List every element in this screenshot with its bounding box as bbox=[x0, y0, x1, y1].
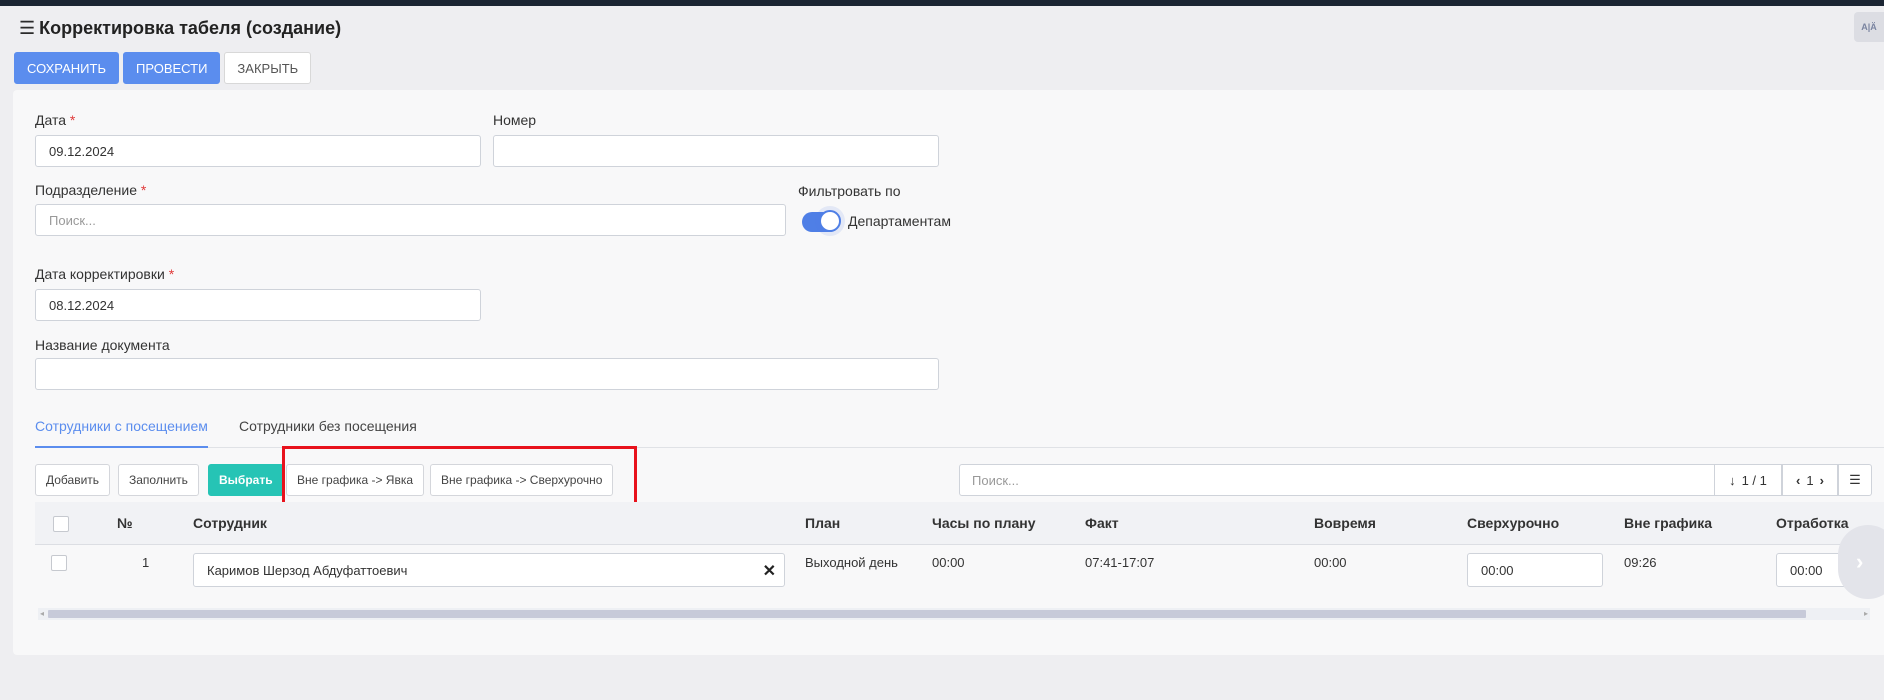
horizontal-scrollbar[interactable]: ◂ ▸ bbox=[38, 608, 1870, 620]
highlight-box bbox=[282, 446, 637, 510]
column-header-number: № bbox=[117, 515, 133, 531]
tab-with-attendance[interactable]: Сотрудники с посещением bbox=[35, 418, 208, 448]
off-schedule-value: 09:26 bbox=[1624, 555, 1657, 570]
fill-button[interactable]: Заполнить bbox=[118, 464, 199, 496]
sort-info: 1 / 1 bbox=[1741, 472, 1767, 488]
plan-hours-value: 00:00 bbox=[932, 555, 965, 570]
row-checkbox[interactable] bbox=[51, 555, 67, 571]
fact-value: 07:41-17:07 bbox=[1085, 555, 1155, 570]
page-header: ☰ Корректировка табеля (создание) bbox=[19, 16, 341, 40]
column-header-off-schedule: Вне графика bbox=[1624, 515, 1713, 531]
scroll-left-arrow-icon[interactable]: ◂ bbox=[40, 608, 44, 620]
correction-date-label: Дата корректировки * bbox=[35, 266, 175, 282]
column-header-worked: Отработка bbox=[1776, 515, 1849, 531]
date-label: Дата * bbox=[35, 112, 76, 128]
scroll-right-arrow-icon[interactable]: ▸ bbox=[1864, 608, 1868, 620]
column-header-fact: Факт bbox=[1085, 515, 1119, 531]
number-label: Номер bbox=[493, 112, 537, 128]
chevron-right-icon[interactable]: › bbox=[1820, 473, 1824, 488]
division-label: Подразделение * bbox=[35, 182, 147, 198]
table-search-input[interactable]: Поиск... bbox=[959, 464, 1715, 496]
save-button[interactable]: СОХРАНИТЬ bbox=[14, 52, 119, 84]
column-header-plan-hours: Часы по плану bbox=[932, 515, 1036, 531]
number-field[interactable] bbox=[493, 135, 939, 167]
top-bar bbox=[0, 0, 1884, 6]
toggle-knob bbox=[819, 210, 841, 232]
page-number: 1 bbox=[1806, 472, 1814, 488]
scrollbar-thumb[interactable] bbox=[48, 610, 1806, 618]
employee-name: Каримов Шерзод Абдуфаттоевич bbox=[207, 562, 408, 578]
tab-without-attendance[interactable]: Сотрудники без посещения bbox=[239, 418, 417, 434]
on-time-value: 00:00 bbox=[1314, 555, 1347, 570]
add-button[interactable]: Добавить bbox=[35, 464, 111, 496]
overtime-field[interactable]: 00:00 bbox=[1467, 553, 1603, 587]
sort-indicator[interactable]: ↓ 1 / 1 bbox=[1714, 464, 1782, 496]
correction-date-field[interactable]: 08.12.2024 bbox=[35, 289, 481, 321]
filter-label: Фильтровать по bbox=[798, 183, 901, 199]
translate-icon[interactable]: A|Ä bbox=[1854, 12, 1884, 42]
pagination[interactable]: ‹ 1 › bbox=[1782, 464, 1838, 496]
list-menu-icon[interactable]: ☰ bbox=[1838, 464, 1872, 496]
arrow-down-icon: ↓ bbox=[1729, 472, 1736, 488]
post-button[interactable]: ПРОВЕСТИ bbox=[122, 52, 221, 84]
column-header-employee: Сотрудник bbox=[193, 515, 267, 531]
row-number: 1 bbox=[142, 555, 150, 570]
document-name-field[interactable] bbox=[35, 358, 939, 390]
clear-icon[interactable]: ✕ bbox=[763, 561, 776, 581]
plan-value: Выходной день bbox=[805, 555, 898, 570]
select-button[interactable]: Выбрать bbox=[208, 464, 284, 496]
date-field[interactable]: 09.12.2024 bbox=[35, 135, 481, 167]
close-button[interactable]: ЗАКРЫТЬ bbox=[224, 52, 312, 84]
action-bar: СОХРАНИТЬ ПРОВЕСТИ ЗАКРЫТЬ bbox=[14, 52, 312, 84]
header-divider bbox=[35, 544, 1884, 545]
page-title: Корректировка табеля (создание) bbox=[39, 17, 342, 38]
hamburger-icon[interactable]: ☰ bbox=[19, 18, 35, 39]
select-all-checkbox[interactable] bbox=[53, 516, 69, 532]
column-header-overtime: Сверхурочно bbox=[1467, 515, 1560, 531]
filter-option-label: Департаментам bbox=[848, 213, 951, 229]
document-name-label: Название документа bbox=[35, 337, 170, 353]
division-search-input[interactable]: Поиск... bbox=[35, 204, 786, 236]
employee-field[interactable]: Каримов Шерзод Абдуфаттоевич ✕ bbox=[193, 553, 785, 587]
chevron-left-icon[interactable]: ‹ bbox=[1796, 473, 1800, 488]
scroll-right-icon[interactable]: › bbox=[1838, 525, 1884, 599]
department-filter-toggle[interactable] bbox=[802, 210, 841, 232]
column-header-on-time: Вовремя bbox=[1314, 515, 1376, 531]
column-header-plan: План bbox=[805, 515, 841, 531]
